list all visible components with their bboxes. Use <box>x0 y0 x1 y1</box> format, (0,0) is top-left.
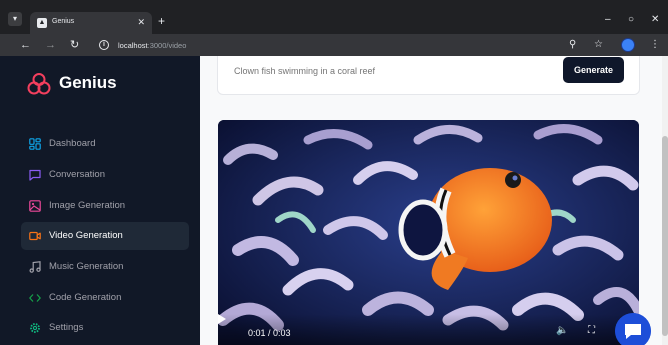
address-bar[interactable]: i localhost:3000/video <box>94 37 614 54</box>
video-player[interactable]: 0:01 / 0:03 🔈 ⛶ <box>218 120 639 345</box>
main-content: Generate <box>200 56 668 345</box>
genius-logo-icon[interactable] <box>27 72 51 96</box>
browser-toolbar: ← → ↻ i localhost:3000/video ⚲ ☆ ⋮ <box>0 34 668 56</box>
prompt-input[interactable] <box>234 64 554 78</box>
sidebar-item-settings[interactable]: Settings <box>21 314 189 342</box>
url-host: localhost <box>118 41 148 50</box>
message-square-icon <box>29 169 41 181</box>
chat-widget-icon[interactable] <box>615 313 651 345</box>
code-icon <box>29 294 41 302</box>
video-icon <box>29 231 41 241</box>
video-frame <box>218 120 639 345</box>
browser-tab[interactable]: ▲ Genius ✕ <box>30 12 152 34</box>
sidebar-item-label: Video Generation <box>49 230 123 241</box>
url-text: localhost:3000/video <box>118 41 186 50</box>
volume-icon[interactable]: 🔈 <box>556 325 568 337</box>
sidebar-item-code-generation[interactable]: Code Generation <box>21 284 189 312</box>
sidebar-item-label: Dashboard <box>49 138 96 149</box>
sidebar-item-label: Image Generation <box>49 200 126 211</box>
sidebar-item-label: Conversation <box>49 169 105 180</box>
browser-menu-icon[interactable]: ⋮ <box>650 38 660 52</box>
fullscreen-icon[interactable]: ⛶ <box>588 325 595 337</box>
close-window-icon[interactable]: ✕ <box>651 14 659 26</box>
profile-avatar[interactable] <box>621 38 635 52</box>
restore-icon[interactable]: ○ <box>628 14 634 26</box>
tab-close-icon[interactable]: ✕ <box>137 16 145 28</box>
site-info-icon[interactable]: i <box>99 40 109 50</box>
minimize-icon[interactable]: – <box>605 14 611 26</box>
sidebar-item-dashboard[interactable]: Dashboard <box>21 130 189 158</box>
back-arrow-icon[interactable]: ← <box>20 38 31 52</box>
brand-name[interactable]: Genius <box>59 73 117 93</box>
scrollbar-thumb[interactable] <box>662 136 668 336</box>
video-controls: 0:01 / 0:03 🔈 ⛶ <box>218 314 639 345</box>
url-path: :3000/video <box>147 41 187 50</box>
favicon-icon: ▲ <box>37 18 47 28</box>
sidebar-item-music-generation[interactable]: Music Generation <box>21 253 189 281</box>
page-scrollbar[interactable] <box>662 56 668 345</box>
forward-arrow-icon[interactable]: → <box>45 38 56 52</box>
sidebar-item-label: Code Generation <box>49 292 122 303</box>
new-tab-icon[interactable]: + <box>158 14 165 28</box>
sidebar-item-label: Music Generation <box>49 261 124 272</box>
music-icon <box>29 261 41 273</box>
layout-dashboard-icon <box>29 138 41 150</box>
sidebar-item-conversation[interactable]: Conversation <box>21 161 189 189</box>
play-icon[interactable] <box>218 314 226 324</box>
sidebar-item-image-generation[interactable]: Image Generation <box>21 192 189 220</box>
zoom-search-icon[interactable]: ⚲ <box>569 38 576 52</box>
prompt-form: Generate <box>217 56 640 95</box>
sidebar-item-video-generation[interactable]: Video Generation <box>21 222 189 250</box>
settings-icon <box>30 323 40 333</box>
tab-search-button[interactable]: ▾ <box>8 12 22 26</box>
tab-title: Genius <box>52 18 75 25</box>
bookmark-star-icon[interactable]: ☆ <box>594 38 603 52</box>
reload-icon[interactable]: ↻ <box>70 38 79 52</box>
browser-tabstrip: ▾ ▲ Genius ✕ + – ○ ✕ <box>0 0 668 34</box>
image-icon <box>29 200 41 212</box>
sidebar-item-label: Settings <box>49 322 84 333</box>
video-time: 0:01 / 0:03 <box>248 328 291 338</box>
generate-button[interactable]: Generate <box>563 57 624 83</box>
